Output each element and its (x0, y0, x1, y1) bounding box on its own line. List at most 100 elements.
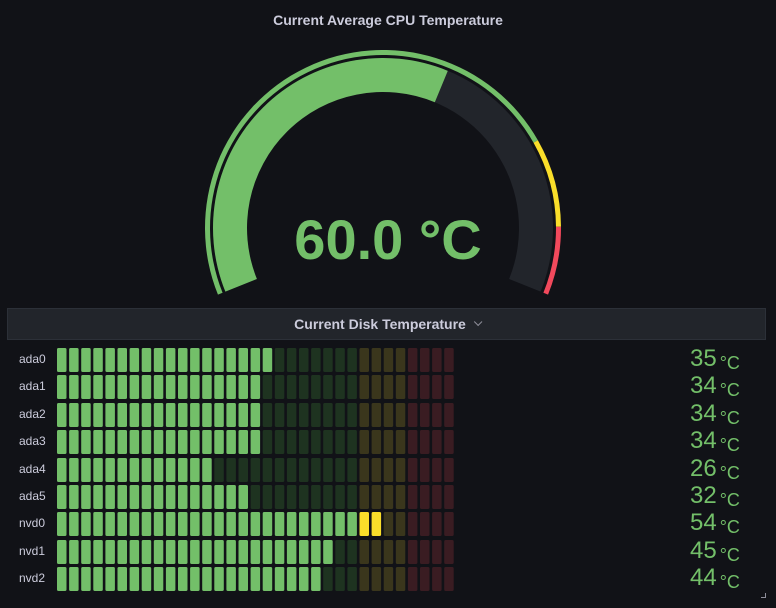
bar-segment (238, 485, 248, 509)
bar-segment (81, 457, 91, 482)
bar-segment (311, 430, 321, 455)
bar-segment (165, 512, 176, 537)
bar-segment (250, 485, 261, 509)
bar-segment (190, 457, 200, 482)
bar-segment (407, 539, 418, 564)
disk-row-ada4: ada4 26 °C (0, 455, 776, 483)
bar-segment (299, 512, 309, 537)
bar-segment (274, 539, 285, 564)
bar-segment (178, 430, 188, 455)
bar-segment (141, 539, 152, 564)
bar-segment (141, 485, 152, 509)
bar-segment (105, 402, 115, 427)
bar-segment (335, 567, 345, 592)
bar-segment (311, 348, 321, 372)
bar-segment (153, 375, 164, 400)
bar-segment (250, 539, 261, 564)
bar-segment (141, 402, 152, 427)
disk-row-nvd2: nvd2 44 °C (0, 564, 776, 592)
bar-segment (129, 430, 140, 455)
bar-segment (238, 539, 248, 564)
bar-segment (141, 375, 152, 400)
bar-segment (202, 567, 212, 592)
disk-value-number: 34 (690, 399, 717, 427)
bar-segment (323, 539, 333, 564)
bar-segment (178, 402, 188, 427)
cpu-temperature-panel: Current Average CPU Temperature 60.0 °C (0, 0, 776, 300)
bar-segment (238, 512, 248, 537)
bar-segment (347, 375, 357, 400)
bar-segment (141, 348, 152, 372)
chevron-down-icon[interactable] (473, 317, 483, 327)
bar-segment (153, 430, 164, 455)
bar-segment (202, 539, 212, 564)
bar-segment (202, 457, 212, 482)
disk-label: ada1 (19, 379, 46, 394)
bar-segment (359, 430, 369, 455)
bar-segment (93, 375, 103, 400)
bar-segment (395, 485, 406, 509)
disk-row-ada3: ada3 34 °C (0, 427, 776, 455)
bar-segment (117, 402, 127, 427)
bar-segment (395, 402, 406, 427)
bar-segment (81, 375, 91, 400)
bar-segment (57, 375, 67, 400)
bar-segment (359, 457, 369, 482)
bar-segment (286, 512, 297, 537)
bar-segment (214, 402, 224, 427)
bar-segment (274, 567, 285, 592)
bar-segment (432, 539, 442, 564)
bar-segment (129, 567, 140, 592)
bar-segment (226, 567, 236, 592)
bar-segment (226, 512, 236, 537)
bar-segment (274, 512, 285, 537)
bar-segment (226, 485, 236, 509)
bar-segment (444, 539, 454, 564)
bar-segment (57, 485, 67, 509)
bar-segment (202, 512, 212, 537)
bar-segment (69, 402, 79, 427)
bar-segment (347, 567, 357, 592)
bar-segment (311, 485, 321, 509)
bar-segment (165, 457, 176, 482)
bar-segment (238, 348, 248, 372)
bar-segment (383, 402, 394, 427)
bar-segment (105, 539, 115, 564)
bar-segment (359, 375, 369, 400)
bar-segment (81, 512, 91, 537)
bar-segment (383, 567, 394, 592)
bar-segment (165, 402, 176, 427)
bar-segment (286, 375, 297, 400)
bar-segment (250, 457, 261, 482)
bar-segment (238, 430, 248, 455)
bar-segment (432, 348, 442, 372)
bar-segment (129, 539, 140, 564)
bar-segment (141, 430, 152, 455)
bar-segment (420, 402, 430, 427)
bar-segment (81, 402, 91, 427)
bar-segment (347, 348, 357, 372)
bar-segment (395, 567, 406, 592)
bar-segment (69, 457, 79, 482)
bar-segment (432, 375, 442, 400)
bar-segment (202, 430, 212, 455)
disk-row-ada1: ada1 34 °C (0, 372, 776, 400)
cpu-temperature-value: 60.0 °C (294, 208, 482, 271)
bar-segment (262, 457, 273, 482)
bar-segment (311, 539, 321, 564)
bar-segment (57, 457, 67, 482)
bar-segment (105, 512, 115, 537)
disk-label: ada2 (19, 406, 46, 421)
bar-segment (359, 567, 369, 592)
bar-segment (286, 485, 297, 509)
disk-bar (57, 512, 454, 537)
disk-temperature-row-header[interactable]: Current Disk Temperature (7, 308, 766, 340)
bar-segment (262, 539, 273, 564)
bar-segment (347, 485, 357, 509)
resize-handle-icon[interactable] (761, 593, 766, 598)
bar-segment (432, 512, 442, 537)
bar-segment (93, 485, 103, 509)
disk-bar (57, 485, 454, 509)
bar-segment (323, 402, 333, 427)
bar-segment (286, 402, 297, 427)
